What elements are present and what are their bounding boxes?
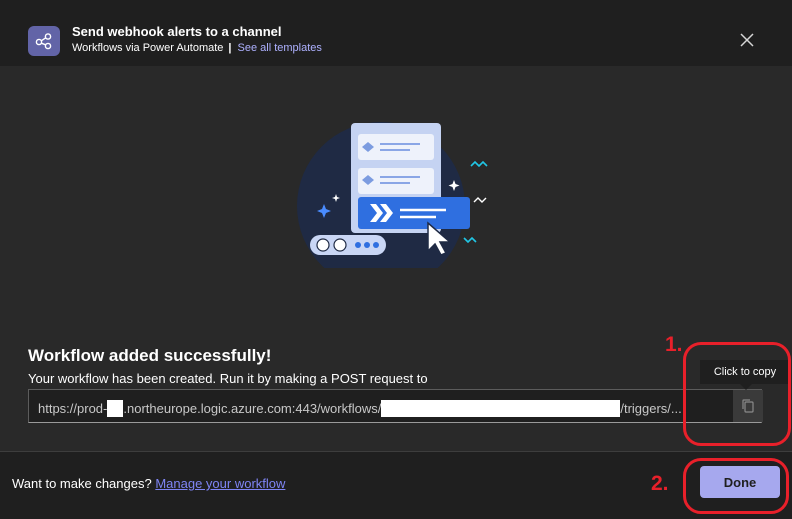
url-segment-3: /triggers/... [620, 401, 682, 416]
dialog-subtitle: Workflows via Power Automate | See all tem… [72, 42, 322, 54]
manage-workflow-link[interactable]: Manage your workflow [155, 476, 285, 491]
success-description: Your workflow has been created. Run it b… [28, 371, 428, 386]
share-nodes-icon [28, 26, 60, 56]
workflow-illustration [297, 122, 488, 268]
redaction-box [381, 400, 621, 417]
webhook-url-text[interactable]: https://prod- .northeurope.logic.azure.co… [38, 400, 682, 417]
annotation-box-done [683, 458, 789, 514]
url-segment-2: .northeurope.logic.azure.com:443/workflo… [123, 401, 382, 416]
webhook-url-field[interactable]: https://prod- .northeurope.logic.azure.co… [28, 389, 763, 423]
redaction-box [107, 400, 124, 417]
footer-prompt: Want to make changes? [12, 476, 152, 491]
subtitle-separator: | [228, 42, 232, 54]
annotation-box-copy [683, 342, 791, 446]
close-icon[interactable] [737, 30, 757, 50]
annotation-label-2: 2. [651, 472, 669, 495]
dialog-title: Send webhook alerts to a channel [72, 24, 282, 39]
url-segment-1: https://prod- [38, 401, 108, 416]
see-all-templates-link[interactable]: See all templates [238, 42, 322, 54]
footer-prompt-row: Want to make changes? Manage your workfl… [12, 476, 285, 491]
source-label: Workflows via Power Automate [72, 42, 224, 54]
annotation-label-1: 1. [665, 333, 683, 356]
success-heading: Workflow added successfully! [28, 346, 272, 365]
